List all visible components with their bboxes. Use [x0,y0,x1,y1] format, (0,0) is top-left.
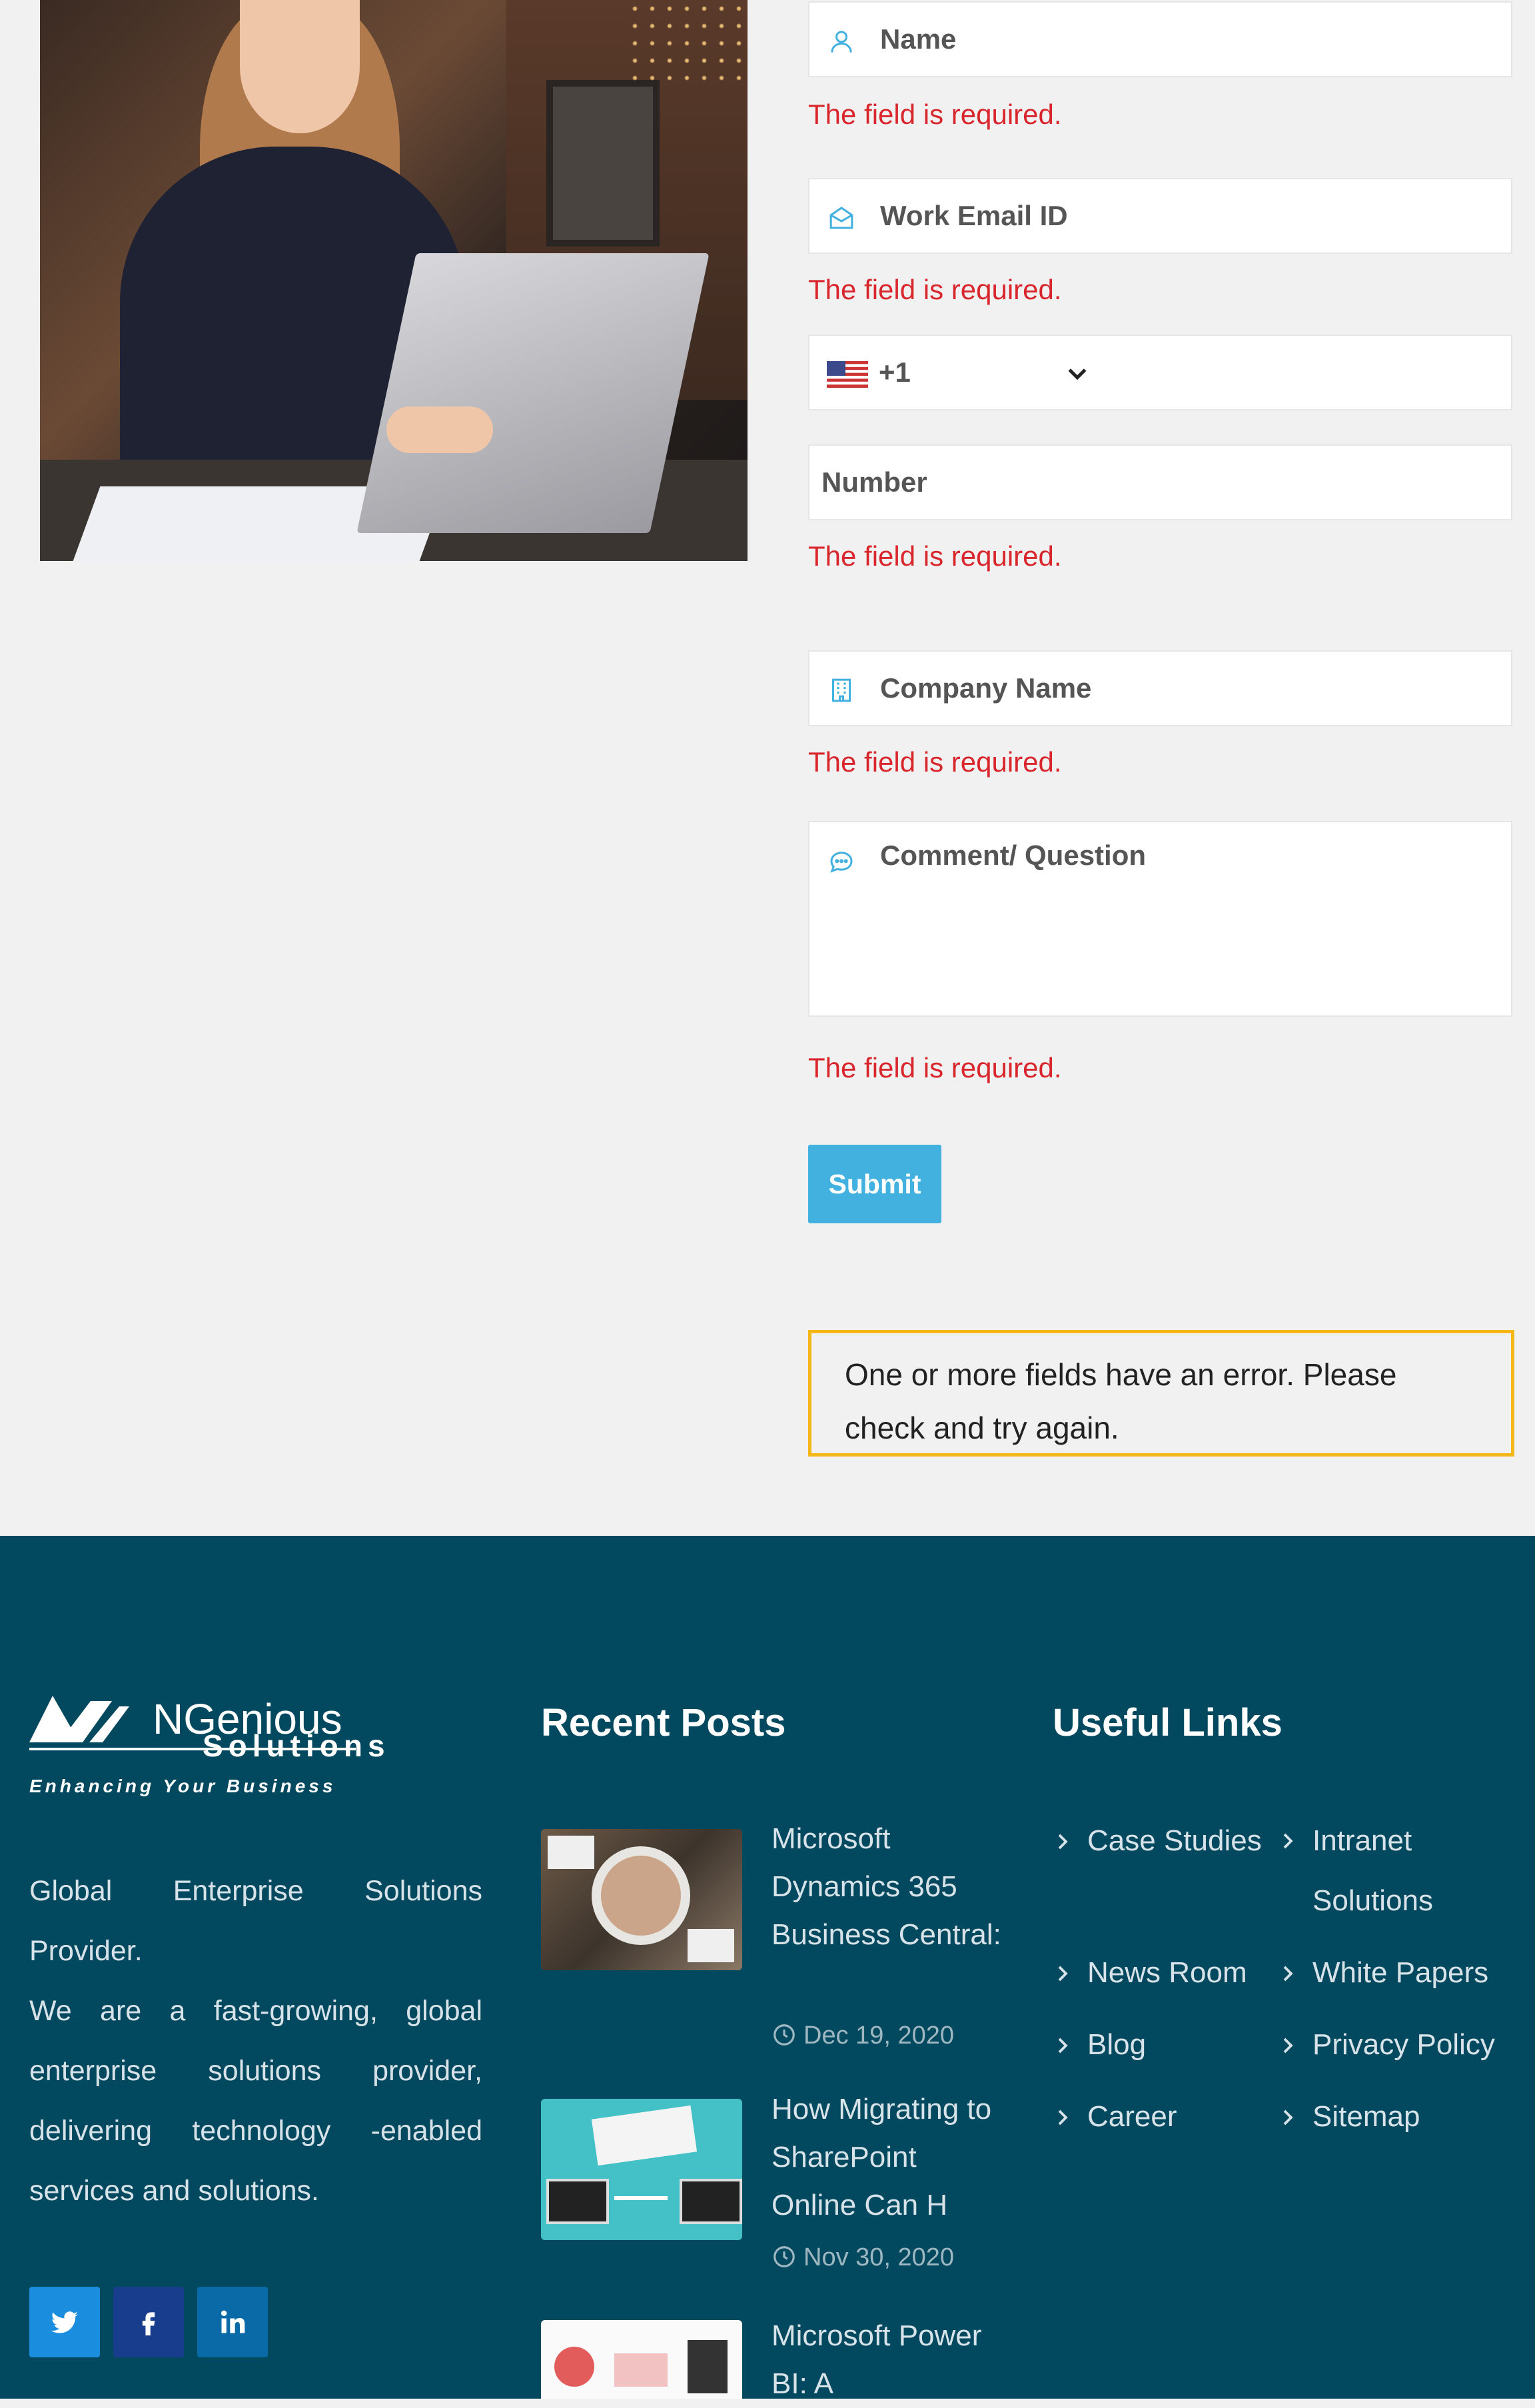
link-privacy-policy[interactable]: Privacy Policy [1278,2015,1495,2075]
phone-country-select[interactable]: +1 [808,334,1512,410]
facebook-icon [142,2312,155,2336]
post-thumbnail[interactable] [541,2099,742,2240]
logo-sub: Solutions [203,1728,390,1763]
chevron-right-icon [1283,1966,1293,1982]
post-date: Dec 19, 2020 [771,2019,954,2052]
chevron-right-icon [1283,1833,1293,1849]
phone-code: +1 [879,356,911,388]
link-label: Sitemap [1312,2100,1420,2133]
twitter-icon [51,2311,79,2333]
twitter-button[interactable] [29,2287,100,2357]
company-error: The field is required. [808,746,1062,778]
clock-icon [773,2246,795,2267]
logo-tagline: Enhancing Your Business [29,1776,336,1796]
link-career[interactable]: Career [1053,2087,1177,2147]
comment-placeholder: Comment/ Question [880,840,1147,871]
company-placeholder: Company Name [880,672,1092,704]
post-date: Nov 30, 2020 [771,2241,954,2274]
post-thumbnail[interactable] [541,2320,742,2399]
company-field[interactable]: Company Name [808,650,1512,726]
name-field[interactable]: Name [808,1,1512,77]
post-thumbnail[interactable] [541,1829,742,1970]
building-icon [832,678,851,702]
chevron-right-icon [1058,1966,1068,1982]
about-line2: We are a fast-growing, global enterprise… [29,1995,482,2207]
linkedin-button[interactable] [197,2287,268,2357]
chevron-right-icon [1058,2038,1068,2054]
user-icon [831,31,852,53]
chevron-right-icon [1283,2038,1293,2054]
link-label: Case Studies [1087,1824,1262,1857]
us-flag-icon [827,361,868,388]
envelope-open-icon [829,207,853,229]
phone-number-field[interactable]: Number [808,444,1512,520]
number-error: The field is required. [808,540,1062,572]
link-label: Blog [1087,2028,1147,2061]
recent-posts-title: Recent Posts [541,1701,786,1744]
number-placeholder: Number [821,466,927,498]
link-news-room[interactable]: News Room [1053,1943,1247,2003]
company-logo[interactable]: NGenious Solutions Enhancing Your Busine… [29,1696,385,1802]
link-label: Privacy Policy [1312,2028,1495,2061]
post-title[interactable]: Microsoft Power BI: A [771,2312,1005,2408]
link-intranet-solutions[interactable]: Intranet Solutions [1278,1811,1498,1931]
post-title[interactable]: How Migrating to SharePoint Online Can H [771,2086,1005,2229]
link-blog[interactable]: Blog [1053,2015,1146,2075]
chevron-down-icon [1068,368,1087,380]
email-error: The field is required. [808,274,1062,305]
comment-textarea[interactable]: Comment/ Question [808,821,1512,1017]
useful-links-title: Useful Links [1053,1701,1282,1744]
link-case-studies[interactable]: Case Studies [1053,1811,1262,1871]
chevron-right-icon [1058,1834,1068,1850]
link-sitemap[interactable]: Sitemap [1278,2087,1420,2147]
email-placeholder: Work Email ID [880,200,1068,231]
chevron-right-icon [1058,2109,1068,2125]
chevron-right-icon [1283,2109,1293,2125]
link-label: News Room [1087,1956,1247,1989]
name-error: The field is required. [808,99,1062,130]
validation-alert: One or more fields have an error. Please… [808,1330,1514,1457]
email-field[interactable]: Work Email ID [808,178,1512,254]
clock-icon [773,2024,795,2046]
link-white-papers[interactable]: White Papers [1278,1943,1488,2003]
chat-bubble-icon [830,852,853,873]
link-label: White Papers [1312,1956,1489,1989]
post-title[interactable]: Microsoft Dynamics 365 Business Central: [771,1815,1005,1959]
comment-error: The field is required. [808,1052,1062,1083]
submit-button[interactable]: Submit [808,1145,941,1223]
facebook-button[interactable] [113,2287,184,2357]
link-label: Intranet Solutions [1312,1824,1434,1917]
hero-photo [40,0,748,561]
post-date-text: Nov 30, 2020 [803,2243,955,2271]
linkedin-icon [221,2310,245,2333]
name-placeholder: Name [880,23,957,55]
about-text: Global Enterprise Solutions Provider. We… [29,1861,482,2221]
about-line1: Global Enterprise Solutions Provider. [29,1875,482,1967]
link-label: Career [1087,2100,1177,2133]
post-date-text: Dec 19, 2020 [803,2022,955,2050]
